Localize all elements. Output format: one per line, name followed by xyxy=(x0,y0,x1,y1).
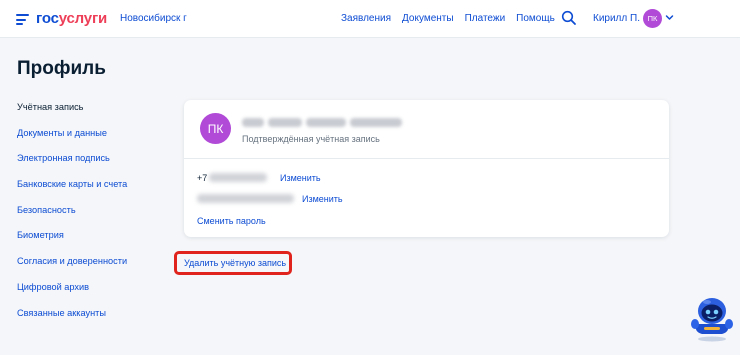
logo-part-uslugi: услуги xyxy=(58,10,108,27)
sidebar-item-biometrics[interactable]: Биометрия xyxy=(17,229,127,255)
redacted-email xyxy=(197,194,294,203)
page-title: Профиль xyxy=(17,58,106,79)
sidebar-item-linked-accounts[interactable]: Связанные аккаунты xyxy=(17,307,127,333)
search-icon[interactable] xyxy=(561,10,577,26)
sidebar-item-digital-archive[interactable]: Цифровой архив xyxy=(17,281,127,307)
redacted-full-name xyxy=(242,118,402,127)
user-avatar[interactable]: ПК xyxy=(643,9,662,28)
menu-icon[interactable] xyxy=(16,14,29,25)
logo-part-gos: гос xyxy=(36,10,59,27)
gosuslugi-logo[interactable]: госуслуги xyxy=(36,10,107,27)
card-divider xyxy=(184,158,669,159)
nav-payments[interactable]: Платежи xyxy=(465,13,506,24)
sidebar-item-security[interactable]: Безопасность xyxy=(17,204,127,230)
chevron-down-icon[interactable] xyxy=(665,13,674,22)
sidebar-item-account[interactable]: Учётная запись xyxy=(17,101,127,127)
redacted-phone xyxy=(209,173,267,182)
phone-prefix: +7 xyxy=(197,173,208,183)
delete-account-link[interactable]: Удалить учётную запись xyxy=(184,258,286,268)
top-header: госуслуги Новосибирск г Заявления Докуме… xyxy=(0,0,740,38)
profile-avatar: ПК xyxy=(200,113,231,144)
nav-help[interactable]: Помощь xyxy=(516,13,555,24)
nav-applications[interactable]: Заявления xyxy=(341,13,391,24)
top-nav: Заявления Документы Платежи Помощь xyxy=(341,13,566,24)
sidebar-item-consents[interactable]: Согласия и доверенности xyxy=(17,255,127,281)
verified-status: Подтверждённая учётная запись xyxy=(242,134,380,144)
sidebar-item-documents[interactable]: Документы и данные xyxy=(17,127,127,153)
change-password-link[interactable]: Сменить пароль xyxy=(197,216,266,226)
nav-documents[interactable]: Документы xyxy=(402,13,454,24)
profile-card: ПК Подтверждённая учётная запись +7 Изме… xyxy=(184,100,669,237)
user-name[interactable]: Кирилл П. xyxy=(593,13,640,24)
assistant-robot-icon[interactable] xyxy=(690,294,734,342)
sidebar-item-e-signature[interactable]: Электронная подпись xyxy=(17,152,127,178)
sidebar-item-bank-cards[interactable]: Банковские карты и счета xyxy=(17,178,127,204)
city-selector[interactable]: Новосибирск г xyxy=(120,13,187,24)
edit-phone-link[interactable]: Изменить xyxy=(280,173,321,183)
edit-email-link[interactable]: Изменить xyxy=(302,194,343,204)
profile-sidebar: Учётная запись Документы и данные Электр… xyxy=(17,101,127,332)
